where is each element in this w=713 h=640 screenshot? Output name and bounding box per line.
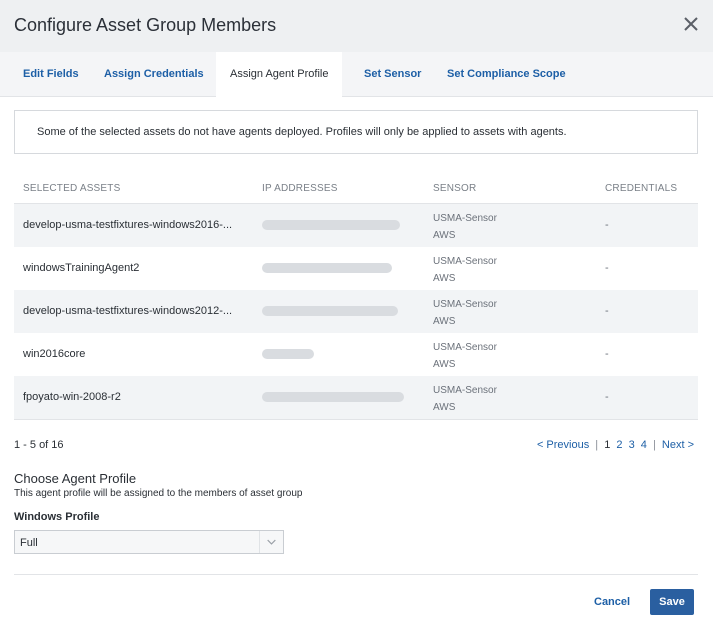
pagination-controls: < Previous | 1 2 3 4 | Next > [537, 439, 697, 451]
agents-notice: Some of the selected assets do not have … [14, 110, 698, 154]
windows-profile-select[interactable]: Full [14, 530, 284, 554]
sensor-cell: USMA-Sensor AWS [433, 253, 497, 287]
table-row: win2016core USMA-Sensor AWS - [14, 333, 698, 376]
asset-name: win2016core [23, 348, 86, 360]
credentials-value: - [605, 305, 609, 317]
pagination-range: 1 - 5 of 16 [14, 439, 64, 451]
choose-agent-profile-heading: Choose Agent Profile [14, 471, 137, 486]
windows-profile-selected-value: Full [20, 537, 38, 549]
sensor-provider: AWS [433, 273, 456, 284]
asset-name: fpoyato-win-2008-r2 [23, 391, 121, 403]
sensor-name: USMA-Sensor [433, 385, 497, 396]
agent-profile-description: This agent profile will be assigned to t… [14, 488, 303, 499]
tab-assign-agent-profile[interactable]: Assign Agent Profile [216, 52, 343, 98]
save-button[interactable]: Save [650, 589, 694, 615]
configure-asset-group-members-dialog: Configure Asset Group Members Edit Field… [0, 0, 713, 640]
dialog-title: Configure Asset Group Members [14, 15, 277, 35]
asset-name: windowsTrainingAgent2 [23, 262, 140, 274]
ip-address-redacted [262, 220, 400, 230]
tab-bar: Edit Fields Assign Credentials Assign Ag… [0, 52, 713, 98]
ip-address-redacted [262, 263, 392, 273]
credentials-value: - [605, 262, 609, 274]
sensor-cell: USMA-Sensor AWS [433, 210, 497, 244]
ip-address-redacted [262, 349, 314, 359]
sensor-name: USMA-Sensor [433, 213, 497, 224]
tab-assign-credentials[interactable]: Assign Credentials [95, 52, 213, 97]
column-header-selected-assets: SELECTED ASSETS [23, 183, 121, 194]
page-link-1[interactable]: 1 [604, 439, 610, 451]
credentials-value: - [605, 219, 609, 231]
table-row: develop-usma-testfixtures-windows2016-..… [14, 204, 698, 247]
sensor-name: USMA-Sensor [433, 342, 497, 353]
table-row: develop-usma-testfixtures-windows2012-..… [14, 290, 698, 333]
sensor-name: USMA-Sensor [433, 256, 497, 267]
dialog-header: Configure Asset Group Members [0, 0, 713, 52]
credentials-value: - [605, 348, 609, 360]
cancel-button[interactable]: Cancel [588, 589, 636, 615]
pagination-separator: | [652, 439, 656, 451]
sensor-provider: AWS [433, 316, 456, 327]
sensor-provider: AWS [433, 230, 456, 241]
sensor-cell: USMA-Sensor AWS [433, 296, 497, 330]
table-row: windowsTrainingAgent2 USMA-Sensor AWS - [14, 247, 698, 290]
sensor-provider: AWS [433, 359, 456, 370]
page-link-4[interactable]: 4 [641, 439, 647, 451]
column-header-ip-addresses: IP ADDRESSES [262, 183, 338, 194]
page-link-3[interactable]: 3 [629, 439, 635, 451]
tab-edit-fields[interactable]: Edit Fields [14, 52, 88, 97]
selected-assets-table: SELECTED ASSETS IP ADDRESSES SENSOR CRED… [14, 174, 698, 420]
windows-profile-label: Windows Profile [14, 511, 100, 523]
next-page-link[interactable]: Next > [662, 439, 694, 451]
ip-address-redacted [262, 392, 404, 402]
table-row: fpoyato-win-2008-r2 USMA-Sensor AWS - [14, 376, 698, 419]
sensor-cell: USMA-Sensor AWS [433, 382, 497, 416]
sensor-provider: AWS [433, 402, 456, 413]
column-header-sensor: SENSOR [433, 183, 477, 194]
page-link-2[interactable]: 2 [616, 439, 622, 451]
asset-name: develop-usma-testfixtures-windows2012-..… [23, 305, 233, 317]
column-header-credentials: CREDENTIALS [605, 183, 678, 194]
sensor-cell: USMA-Sensor AWS [433, 339, 497, 373]
credentials-value: - [605, 391, 609, 403]
tab-set-compliance-scope[interactable]: Set Compliance Scope [438, 52, 575, 97]
chevron-down-icon [259, 531, 276, 553]
table-bottom-border [14, 419, 698, 420]
asset-name: develop-usma-testfixtures-windows2016-..… [23, 219, 233, 231]
ip-address-redacted [262, 306, 398, 316]
footer-divider [14, 574, 698, 575]
table-header: SELECTED ASSETS IP ADDRESSES SENSOR CRED… [14, 174, 698, 204]
close-icon[interactable] [681, 14, 701, 34]
pagination-separator: | [595, 439, 599, 451]
sensor-name: USMA-Sensor [433, 299, 497, 310]
previous-page-link[interactable]: < Previous [537, 439, 589, 451]
tab-set-sensor[interactable]: Set Sensor [355, 52, 430, 97]
